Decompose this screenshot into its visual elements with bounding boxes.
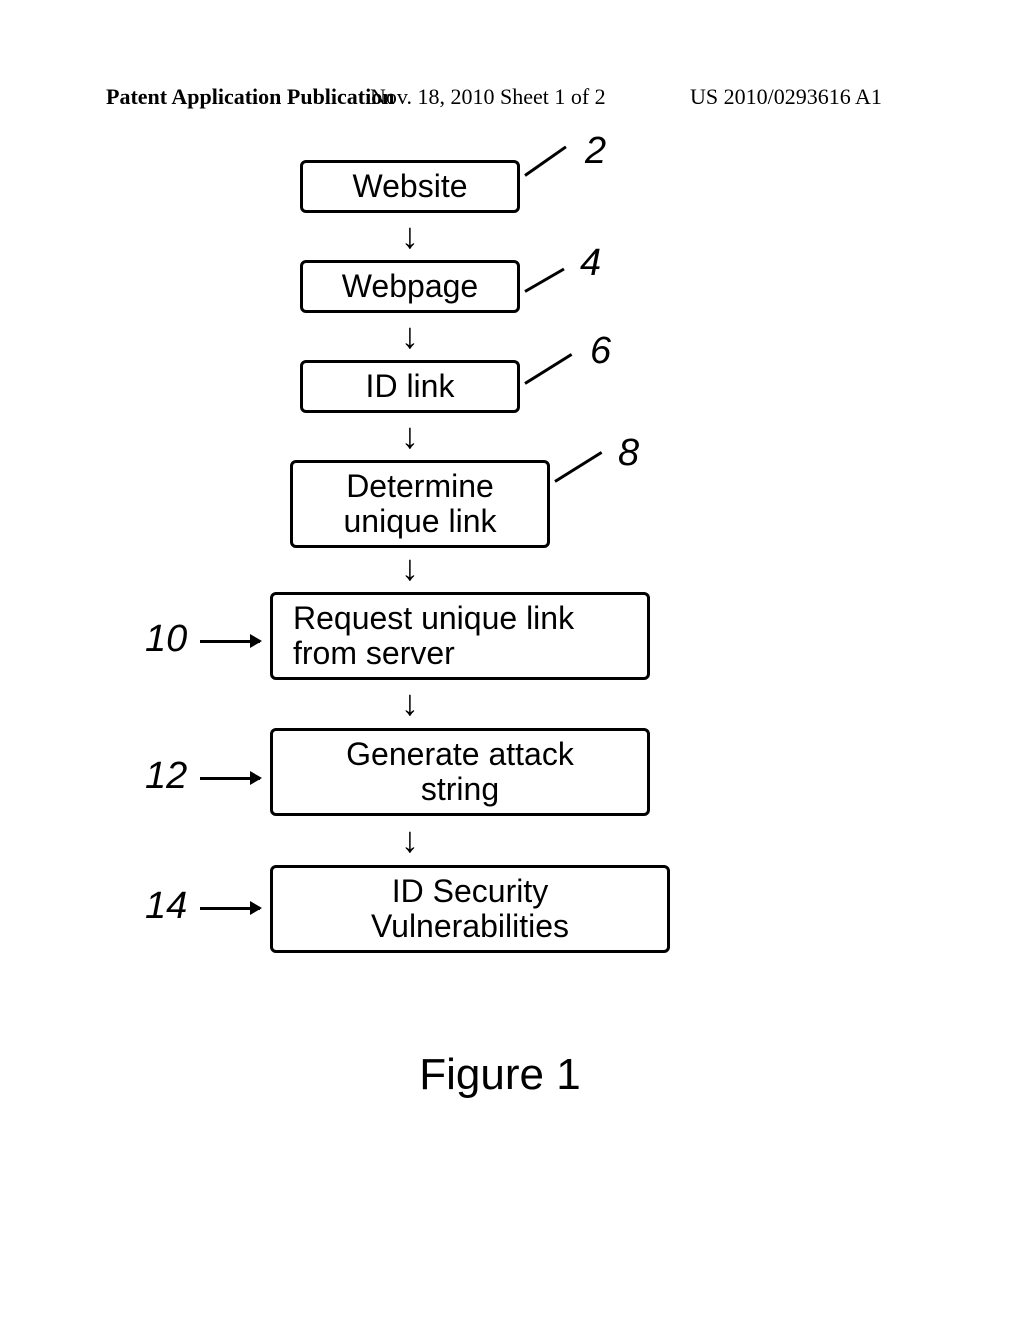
arrow-down-icon: ↓ (401, 218, 419, 254)
box-text: Determine (303, 469, 537, 504)
header-left: Patent Application Publication (106, 84, 394, 110)
box-webpage: Webpage (300, 260, 520, 313)
leader-line (524, 353, 572, 385)
box-website: Website (300, 160, 520, 213)
box-text: Request unique link (293, 601, 637, 636)
leader-line (554, 451, 602, 483)
leader-line (200, 777, 260, 780)
box-text: string (283, 772, 637, 807)
header-center: Nov. 18, 2010 Sheet 1 of 2 (370, 84, 606, 110)
box-id-vulnerabilities: ID Security Vulnerabilities (270, 865, 670, 953)
arrow-down-icon: ↓ (401, 685, 419, 721)
header-right: US 2010/0293616 A1 (690, 84, 882, 110)
box-text: unique link (303, 504, 537, 539)
box-text: from server (293, 636, 637, 671)
leader-line (200, 640, 260, 643)
leader-line (524, 146, 567, 177)
figure-caption: Figure 1 (350, 1050, 650, 1100)
box-text: Webpage (313, 269, 507, 304)
refnum-4: 4 (580, 242, 601, 285)
arrow-down-icon: ↓ (401, 822, 419, 858)
box-determine-unique-link: Determine unique link (290, 460, 550, 548)
box-generate-attack: Generate attack string (270, 728, 650, 816)
arrow-down-icon: ↓ (401, 418, 419, 454)
box-id-link: ID link (300, 360, 520, 413)
leader-line (200, 907, 260, 910)
refnum-2: 2 (585, 130, 606, 173)
arrow-down-icon: ↓ (401, 550, 419, 586)
leader-line (524, 268, 564, 293)
box-text: Generate attack (283, 737, 637, 772)
refnum-8: 8 (618, 432, 639, 475)
refnum-14: 14 (145, 885, 187, 928)
box-text: ID Security (283, 874, 657, 909)
box-request-link: Request unique link from server (270, 592, 650, 680)
refnum-10: 10 (145, 618, 187, 661)
box-text: Vulnerabilities (283, 909, 657, 944)
refnum-12: 12 (145, 755, 187, 798)
refnum-6: 6 (590, 330, 611, 373)
box-text: ID link (313, 369, 507, 404)
arrow-down-icon: ↓ (401, 318, 419, 354)
box-text: Website (313, 169, 507, 204)
